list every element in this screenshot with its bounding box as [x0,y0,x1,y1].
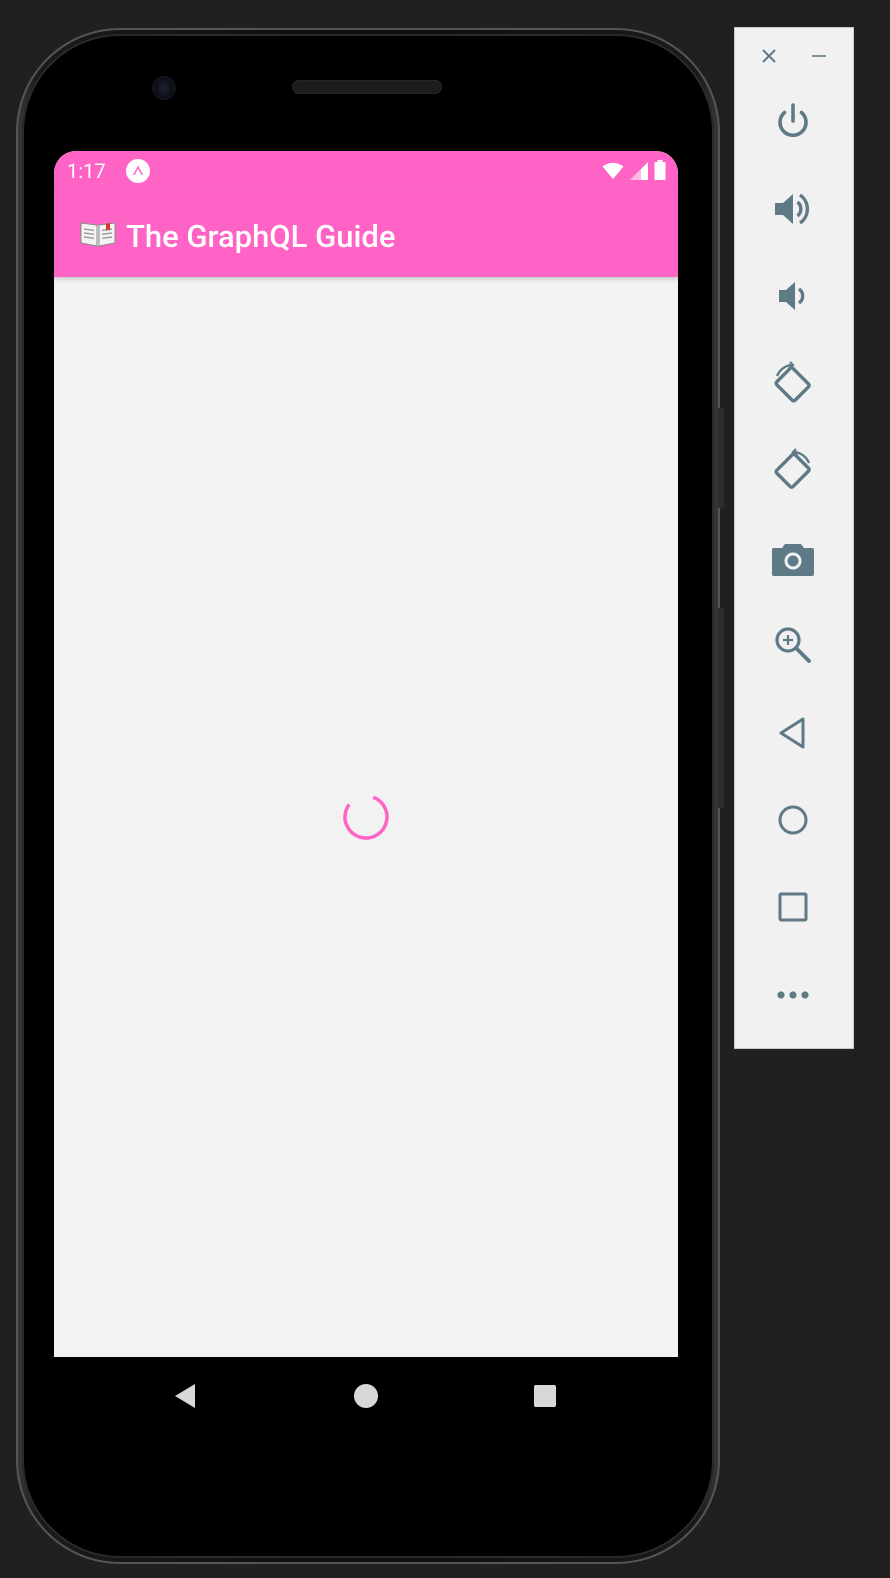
loading-spinner [343,794,389,840]
toolbar-more-button[interactable] [767,969,819,1021]
back-triangle-icon [779,717,805,749]
toolbar-back-button[interactable] [767,707,819,759]
device-screen[interactable]: 1:17 The GraphQL Guide [54,151,678,1357]
volume-side-button [718,608,724,808]
close-icon [762,49,776,63]
recents-square-icon [534,1385,556,1407]
toolbar-close-button[interactable] [755,42,783,70]
more-dots-icon [777,991,809,999]
home-circle-icon [354,1384,378,1408]
rotate-left-icon [774,361,811,403]
volume-up-icon [775,193,810,225]
volume-up-button[interactable] [767,183,819,235]
wifi-icon [602,161,624,185]
front-camera [152,76,176,100]
rotate-right-icon [774,448,811,489]
back-triangle-icon [175,1384,195,1408]
home-circle-icon [778,805,808,835]
screenshot-button[interactable] [767,532,819,584]
status-bar: 1:17 [54,151,678,191]
nav-recents-button[interactable] [532,1383,558,1409]
camera-icon [772,544,814,576]
rotate-left-button[interactable] [767,358,819,410]
open-book-icon [80,217,116,255]
nav-back-button[interactable] [172,1383,198,1409]
toolbar-minimize-button[interactable] [805,42,833,70]
status-time: 1:17 [67,159,106,183]
earpiece-speaker [292,80,442,94]
minimize-icon [812,55,826,57]
battery-icon [654,160,666,185]
power-side-button [718,408,724,508]
rotate-right-button[interactable] [767,445,819,497]
volume-down-icon [779,282,805,310]
expo-notification-icon [126,159,150,183]
power-icon [778,103,808,138]
android-nav-bar [54,1357,678,1433]
app-title: The GraphQL Guide [126,217,396,255]
overview-square-icon [778,892,808,922]
volume-down-button[interactable] [767,270,819,322]
power-button[interactable] [767,96,819,148]
cell-signal-icon [630,161,648,185]
app-bar: The GraphQL Guide [54,191,678,277]
zoom-in-icon [775,627,811,663]
emulator-toolbar [734,27,854,1049]
app-title-container: The GraphQL Guide [80,217,395,255]
nav-home-button[interactable] [353,1383,379,1409]
zoom-button[interactable] [767,619,819,671]
toolbar-overview-button[interactable] [767,881,819,933]
toolbar-home-button[interactable] [767,794,819,846]
